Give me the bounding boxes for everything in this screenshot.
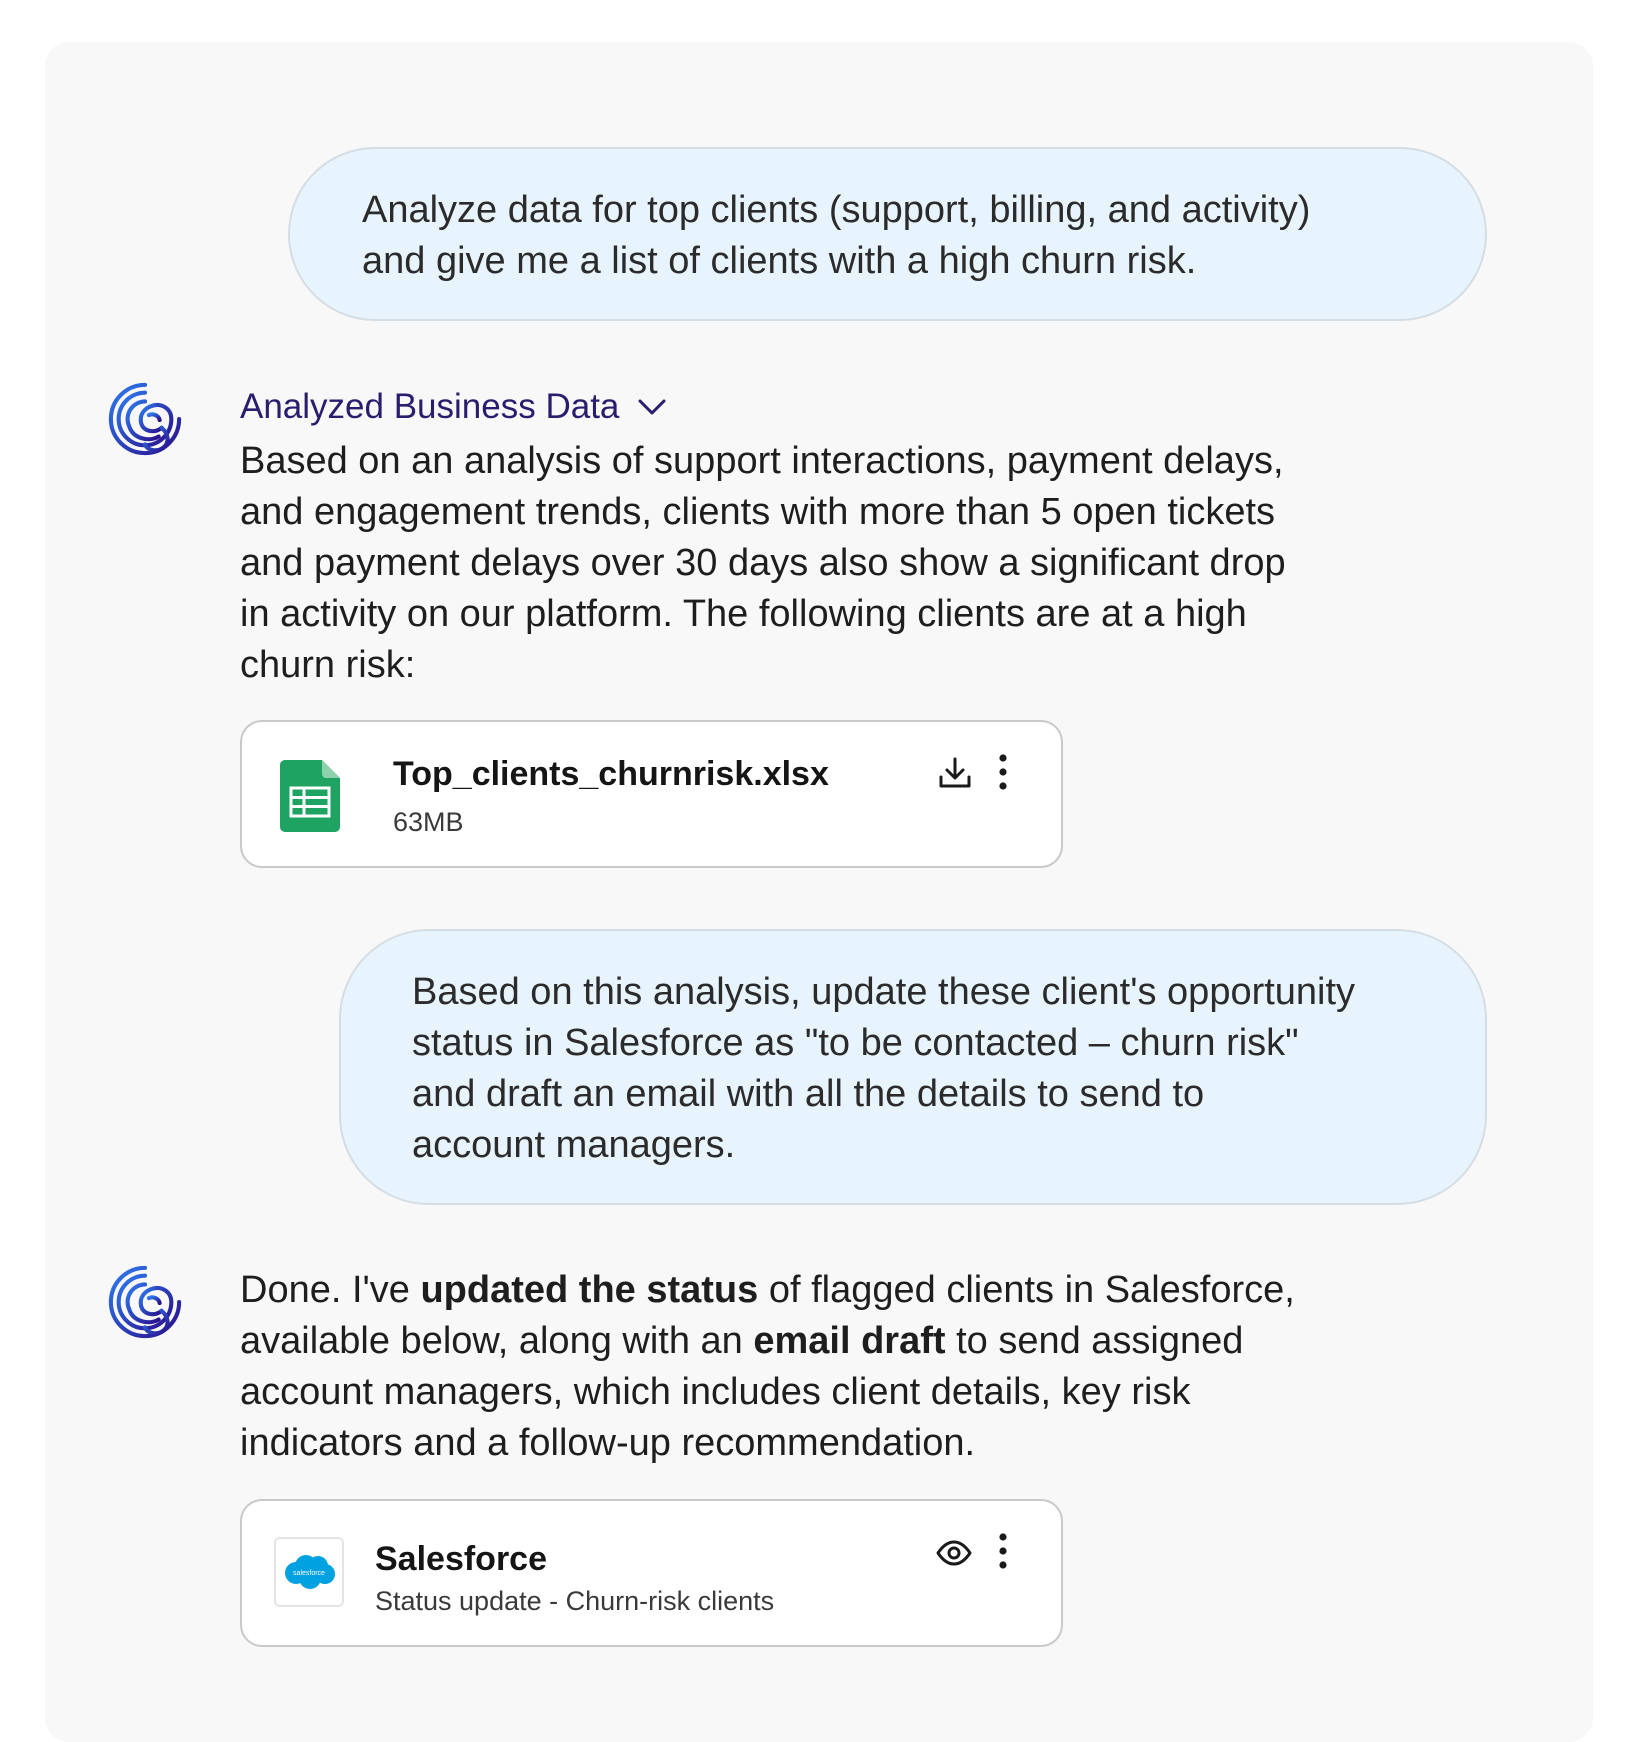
assistant-message-line: indicators and a follow-up recommendatio… <box>240 1422 976 1464</box>
assistant-avatar-icon <box>108 382 182 456</box>
text-run: available below, along with an <box>240 1320 754 1362</box>
file-attachment-card[interactable]: Top_clients_churnrisk.xlsx 63MB <box>240 720 1063 868</box>
assistant-message-line: and payment delays over 30 days also sho… <box>240 542 1286 584</box>
salesforce-logo: salesforce <box>274 1537 344 1607</box>
salesforce-attachment-card[interactable]: salesforce Salesforce Status update - Ch… <box>240 1499 1063 1647</box>
assistant-message-line: churn risk: <box>240 644 416 686</box>
assistant-message-line: account managers, which includes client … <box>240 1371 1191 1413</box>
salesforce-cloud-icon: salesforce <box>285 1555 335 1589</box>
text-run: to send assigned <box>945 1320 1244 1362</box>
file-name: Top_clients_churnrisk.xlsx <box>393 755 829 793</box>
user-message-line: Analyze data for top clients (support, b… <box>362 189 1311 231</box>
card-subtitle: Status update - Churn-risk clients <box>375 1586 775 1616</box>
user-message-bubble: Analyze data for top clients (support, b… <box>288 147 1487 321</box>
more-options-icon[interactable] <box>996 1531 1010 1571</box>
assistant-message-line: Based on an analysis of support interact… <box>240 440 1284 482</box>
file-size: 63MB <box>393 807 464 837</box>
text-run: Done. I've <box>240 1269 421 1311</box>
assistant-message-line: in activity on our platform. The followi… <box>240 593 1247 635</box>
bold-text-run: updated the status <box>420 1269 759 1311</box>
assistant-message-line: and engagement trends, clients with more… <box>240 491 1276 533</box>
assistant-message-text: Done. I've updated the status of flagged… <box>240 1265 1430 1469</box>
spreadsheet-icon <box>280 760 340 832</box>
more-options-icon[interactable] <box>996 752 1010 792</box>
assistant-message-line: Done. I've updated the status of flagged… <box>240 1265 1430 1316</box>
eye-icon[interactable] <box>935 1539 973 1567</box>
bold-text-run: email draft <box>753 1320 946 1362</box>
card-title: Salesforce <box>375 1540 547 1578</box>
user-message-line: account managers. <box>412 1124 736 1166</box>
text-run: of flagged clients in Salesforce, <box>758 1269 1295 1311</box>
user-message-bubble: Based on this analysis, update these cli… <box>339 929 1487 1205</box>
thinking-toggle[interactable]: Analyzed Business Data <box>240 385 669 429</box>
user-message-line: and give me a list of clients with a hig… <box>362 240 1197 282</box>
user-message-line: and draft an email with all the details … <box>412 1073 1205 1115</box>
assistant-message-text: Based on an analysis of support interact… <box>240 436 1430 691</box>
thinking-label: Analyzed Business Data <box>240 387 620 426</box>
assistant-message-line: available below, along with an email dra… <box>240 1316 1430 1367</box>
chevron-down-icon <box>638 399 666 415</box>
user-message-line: Based on this analysis, update these cli… <box>412 971 1356 1013</box>
assistant-avatar-icon <box>108 1265 182 1339</box>
user-message-line: status in Salesforce as "to be contacted… <box>412 1022 1299 1064</box>
salesforce-logo-text: salesforce <box>293 1570 325 1577</box>
download-icon[interactable] <box>937 755 973 791</box>
